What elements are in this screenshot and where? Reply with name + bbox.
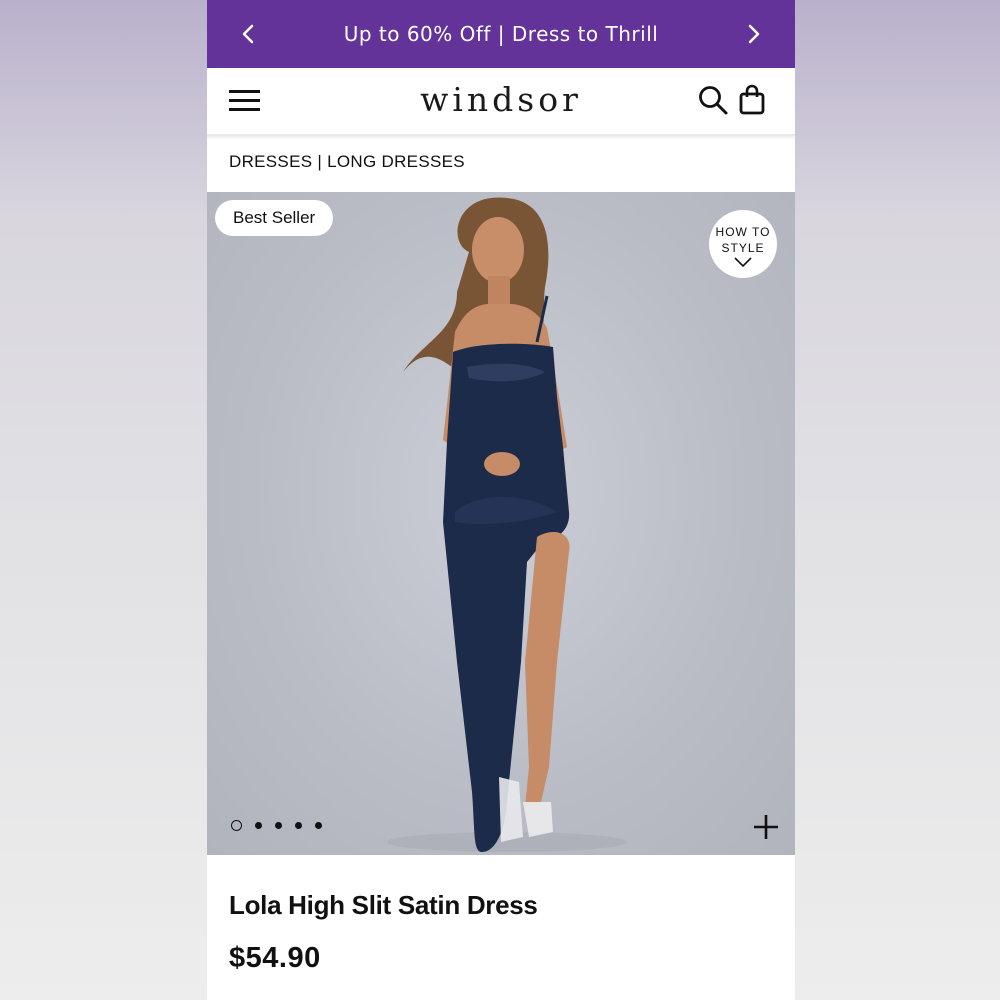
product-image[interactable]: Best Seller HOW TO STYLE xyxy=(207,192,795,855)
site-header: windsor xyxy=(207,68,795,134)
gallery-dot-1[interactable] xyxy=(231,820,242,831)
breadcrumb-dresses[interactable]: DRESSES xyxy=(229,152,312,171)
model-photo xyxy=(387,197,627,852)
header-divider xyxy=(207,134,795,140)
bag-icon[interactable] xyxy=(738,84,766,116)
product-title: Lola High Slit Satin Dress xyxy=(229,890,538,920)
product-price: $54.90 xyxy=(229,942,321,974)
gallery-dot-4[interactable] xyxy=(295,822,302,829)
breadcrumb-long-dresses[interactable]: LONG DRESSES xyxy=(327,152,465,171)
how-to-style-line-1: HOW TO xyxy=(715,225,771,239)
best-seller-badge: Best Seller xyxy=(215,200,334,236)
breadcrumb-separator: | xyxy=(312,152,328,171)
gallery-dot-5[interactable] xyxy=(315,822,322,829)
chevron-down-icon xyxy=(734,257,752,267)
how-to-style-button[interactable]: HOW TO STYLE xyxy=(709,210,777,278)
search-icon[interactable] xyxy=(697,84,729,116)
gallery-dot-2[interactable] xyxy=(255,822,262,829)
chevron-left-icon[interactable] xyxy=(237,22,261,46)
promo-banner: Up to 60% Off | Dress to Thrill xyxy=(207,0,795,68)
gallery-dot-3[interactable] xyxy=(275,822,282,829)
promo-text[interactable]: Up to 60% Off | Dress to Thrill xyxy=(344,22,659,46)
phone-viewport: Up to 60% Off | Dress to Thrill windsor … xyxy=(207,0,795,1000)
how-to-style-line-2: STYLE xyxy=(721,241,765,255)
plus-icon[interactable] xyxy=(753,814,779,840)
chevron-right-icon[interactable] xyxy=(741,22,765,46)
gallery-pagination xyxy=(231,820,335,831)
breadcrumb: DRESSES | LONG DRESSES xyxy=(229,152,465,172)
